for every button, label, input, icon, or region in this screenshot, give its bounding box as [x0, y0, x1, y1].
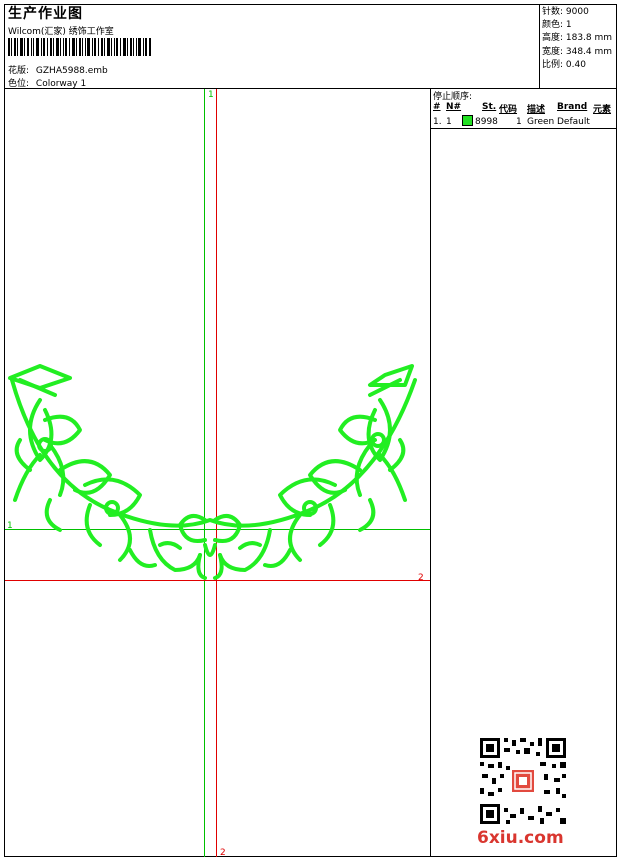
- guide-label-red-right: 2: [418, 573, 424, 583]
- guide-label-green-top: 1: [208, 90, 214, 100]
- embroidery-design-icon: [8, 364, 417, 580]
- qr-code-icon: [480, 738, 566, 824]
- watermark-text: 6xiu.com: [477, 828, 564, 848]
- guide-label-red-bottom: 2: [220, 848, 226, 858]
- design-canvas: 1 1 2 2: [5, 89, 430, 858]
- guide-label-green-left: 1: [7, 521, 13, 531]
